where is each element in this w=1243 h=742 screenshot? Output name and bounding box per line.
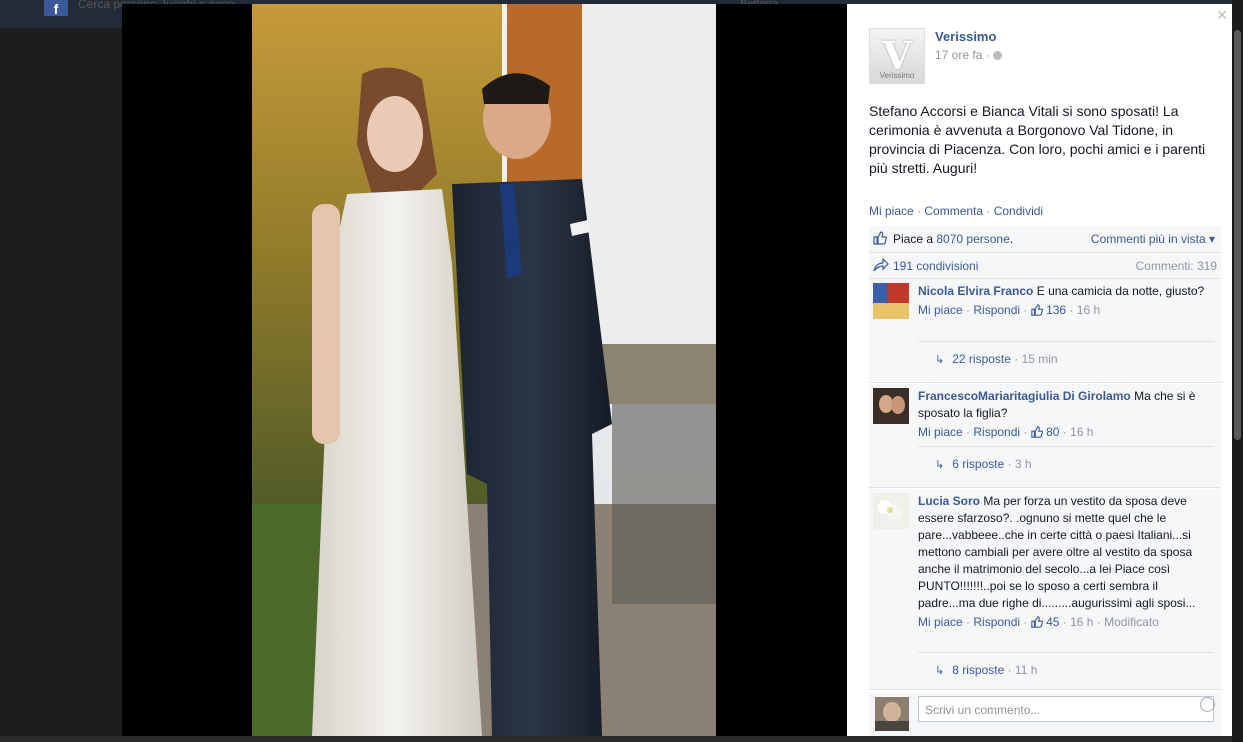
wedding-photo[interactable] [252,4,716,736]
replies-time: · 15 min [1010,352,1058,366]
avatar[interactable] [873,283,909,319]
share-action[interactable]: Condividi [994,204,1043,218]
comments-count: Commenti: 319 [1135,259,1217,273]
replies-time: · 11 h [1004,663,1038,677]
action-separator: · [913,204,925,218]
comment-meta: Mi piace · Rispondi · 45 · 16 h · Modifi… [918,615,1159,629]
replies-time: · 3 h [1004,457,1032,471]
photo-stage[interactable] [122,4,847,736]
facebook-logo-icon: f [44,0,68,17]
comment-reply-link[interactable]: Rispondi [973,615,1020,629]
replies-link[interactable]: 8 risposte [952,663,1004,677]
post-timestamp[interactable]: 17 ore fa · [935,48,1002,62]
likes-link[interactable]: 8070 persone [936,232,1009,246]
comment-item: FrancescoMariaritagiulia Di Girolamo Ma … [869,384,1221,488]
comment-meta: Mi piace · Rispondi · 136 · 16 h [918,303,1101,317]
comment-input[interactable]: Scrivi un commento... [918,696,1214,722]
reply-divider [918,446,1214,447]
page-avatar[interactable]: V Verissimo [869,28,925,84]
post-text: Stefano Accorsi e Bianca Vitali si sono … [869,103,1206,176]
comment-body: FrancescoMariaritagiulia Di Girolamo Ma … [918,388,1213,441]
thumbs-up-icon [1031,304,1043,316]
comment-like-count[interactable]: 45 [1046,615,1059,629]
comment-body: Lucia Soro Ma per forza un vestito da sp… [918,493,1213,631]
comment-text: Ma per forza un vestito da sposa deve es… [918,494,1196,610]
comment-time[interactable]: · 16 h [1066,303,1100,317]
comment-sort-dropdown[interactable]: Commenti più in vista ▾ [1091,232,1215,246]
globe-icon [992,51,1002,60]
thumbs-up-icon [1031,616,1043,628]
post-side-panel: ✕ V Verissimo Verissimo 17 ore fa · Stef… [847,4,1232,736]
comment-like-count[interactable]: 80 [1046,425,1059,439]
comment-item: Nicola Elvira Franco E una camicia da no… [869,279,1221,383]
avatar[interactable] [873,493,909,529]
comment-reply-link[interactable]: Rispondi [973,303,1020,317]
emoji-icon[interactable] [1200,697,1215,712]
comment-time[interactable]: · 16 h [1059,425,1094,439]
close-icon[interactable]: ✕ [1216,7,1228,24]
comment-composer: Scrivi un commento... [869,692,1221,736]
comment-like-link[interactable]: Mi piace [918,425,963,439]
avatar[interactable] [873,388,909,424]
reply-divider [918,341,1214,342]
logo-wordmark: Verissimo [879,71,915,80]
shares-link[interactable]: 191 condivisioni [893,259,978,273]
comment-reply-link[interactable]: Rispondi [973,425,1020,439]
likes-prefix: Piace a [893,232,937,246]
replies-link[interactable]: 22 risposte [952,352,1011,366]
thumbs-up-icon [873,231,887,245]
reply-arrow-icon: ↳ [935,354,945,366]
comment-author[interactable]: Lucia Soro [918,494,980,508]
reply-arrow-icon: ↳ [935,665,945,677]
view-replies[interactable]: ↳ 6 risposte · 3 h [935,457,1032,471]
comment-like-link[interactable]: Mi piace [918,615,963,629]
replies-link[interactable]: 6 risposte [952,457,1004,471]
likes-suffix: . [1009,232,1014,246]
thumbs-up-icon [1031,426,1043,438]
comment-like-count[interactable]: 136 [1046,303,1066,317]
page-scrollbar-thumb[interactable] [1234,30,1241,440]
share-arrow-icon [873,258,889,272]
comment-meta: Mi piace · Rispondi · 80 · 16 h [918,425,1094,439]
shares-summary: 191 condivisioni Commenti: 319 [869,253,1221,279]
comment-item: Lucia Soro Ma per forza un vestito da sp… [869,489,1221,690]
comment-text: E una camicia da notte, giusto? [1033,284,1205,298]
comment-like-link[interactable]: Mi piace [918,303,963,317]
post-time-text[interactable]: 17 ore fa · [935,48,990,62]
action-separator: · [983,204,994,218]
page-name-link[interactable]: Verissimo [935,29,996,44]
background-bottom [0,736,1243,742]
comment-author[interactable]: FrancescoMariaritagiulia Di Girolamo [918,389,1131,403]
reply-arrow-icon: ↳ [935,459,945,471]
post-actions: Mi piace · Commenta · Condividi [869,204,1043,218]
comment-action[interactable]: Commenta [924,204,983,218]
view-replies[interactable]: ↳ 22 risposte · 15 min [935,352,1058,366]
view-replies[interactable]: ↳ 8 risposte · 11 h [935,663,1037,677]
reply-divider [918,652,1214,653]
comment-edited[interactable]: · Modificato [1093,615,1159,629]
comment-body: Nicola Elvira Franco E una camicia da no… [918,283,1213,319]
likes-summary: Piace a 8070 persone. Commenti più in vi… [869,226,1221,253]
comment-time[interactable]: · 16 h [1059,615,1094,629]
comment-author[interactable]: Nicola Elvira Franco [918,284,1033,298]
avatar [875,697,909,731]
like-action[interactable]: Mi piace [869,204,914,218]
likes-text: Piace a 8070 persone. [893,232,1013,246]
